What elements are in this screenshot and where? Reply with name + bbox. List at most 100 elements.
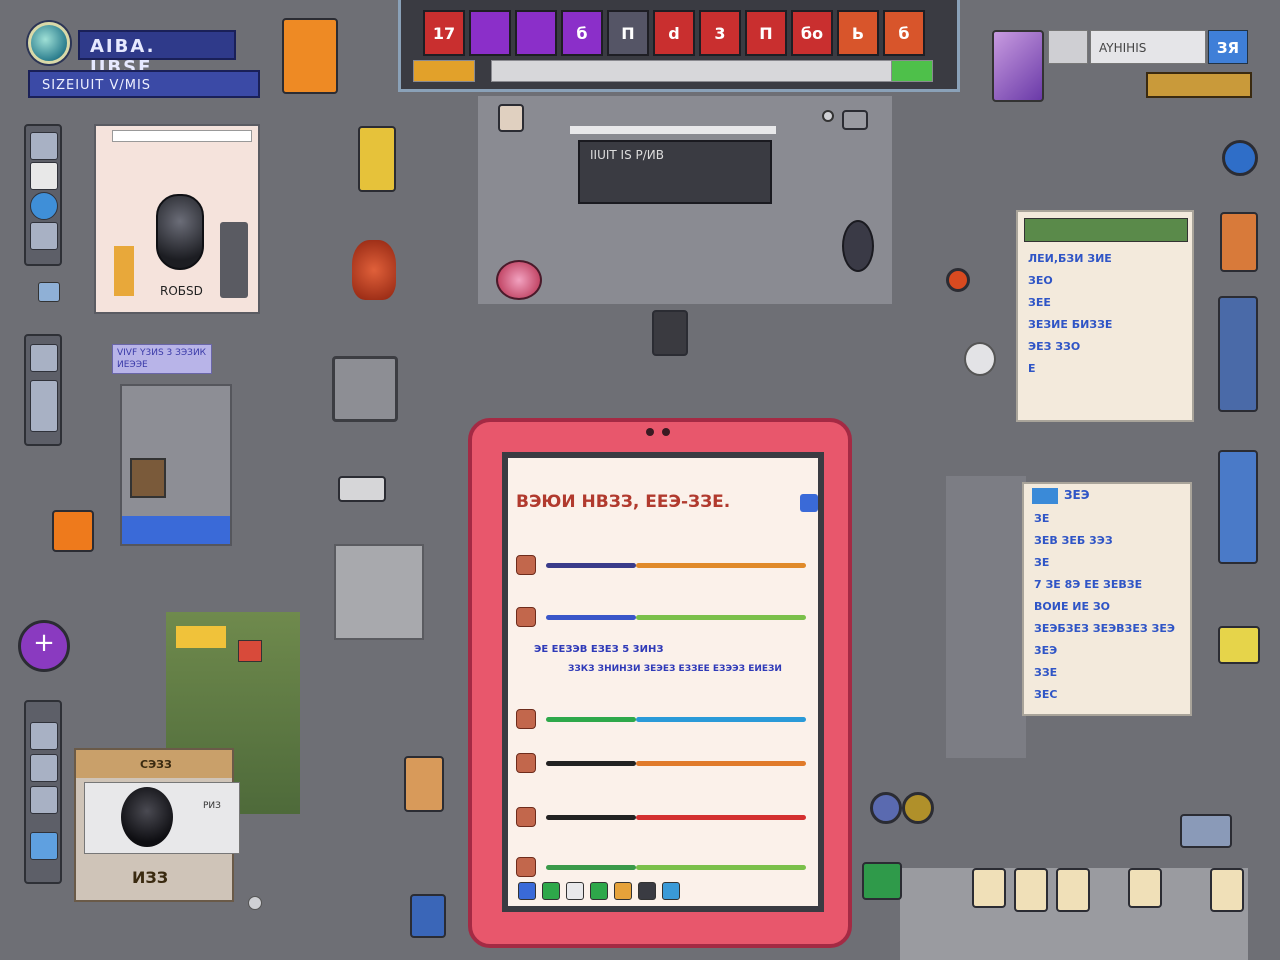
triangle-icon[interactable]	[30, 162, 58, 190]
app-subtitle: SIZEIUIT V/MIS	[28, 70, 260, 98]
tablet-row[interactable]	[516, 708, 816, 730]
top-right-badge[interactable]: ЗЯ	[1208, 30, 1248, 64]
tray-item-1[interactable]	[972, 868, 1006, 908]
tab-3[interactable]	[515, 10, 557, 56]
dock-app-1[interactable]	[518, 882, 536, 900]
panel-line: ЗЕЕ	[1028, 296, 1051, 309]
dot-button[interactable]	[822, 110, 834, 122]
tray-item-5[interactable]	[1210, 868, 1244, 912]
dock-app-5[interactable]	[614, 882, 632, 900]
mini-icon[interactable]	[842, 110, 868, 130]
orange-folder-icon[interactable]	[282, 18, 338, 94]
tool-button-4[interactable]	[30, 222, 58, 250]
settings-icon[interactable]	[870, 792, 902, 824]
tab-2[interactable]	[469, 10, 511, 56]
panel-line: ЗЕ	[1034, 512, 1050, 525]
tool-button-1[interactable]	[30, 132, 58, 160]
gem-icon[interactable]	[496, 260, 542, 300]
tab-sub-right[interactable]	[891, 60, 933, 82]
row-avatar-icon	[516, 607, 536, 627]
panel-line: Е	[1028, 362, 1036, 375]
panel-line: ЗЕС	[1034, 688, 1058, 701]
tablet-row[interactable]	[516, 752, 816, 774]
tray-item-3[interactable]	[1056, 868, 1090, 912]
save-icon[interactable]	[410, 894, 446, 938]
tab-4[interactable]: б	[561, 10, 603, 56]
dock-app-3[interactable]	[566, 882, 584, 900]
headphones-icon[interactable]	[842, 220, 874, 272]
monitor-icon[interactable]	[862, 862, 902, 900]
panel-line: ЗЕ	[1034, 556, 1050, 569]
tablet-row[interactable]	[516, 856, 816, 878]
tab-sub-left[interactable]	[413, 60, 475, 82]
tab-9[interactable]: бо	[791, 10, 833, 56]
globe-icon-right[interactable]	[1222, 140, 1258, 176]
network-icon[interactable]	[30, 754, 58, 782]
tablet-row[interactable]	[516, 606, 816, 628]
tablet-menu-icon[interactable]	[800, 494, 818, 512]
phone-icon[interactable]	[652, 310, 688, 356]
table-icon[interactable]	[30, 786, 58, 814]
tab-5[interactable]: П	[607, 10, 649, 56]
chat-icon[interactable]	[30, 832, 58, 860]
record-icon[interactable]	[946, 268, 970, 292]
grid-small-icon[interactable]	[1180, 814, 1232, 848]
tab-7[interactable]: 3	[699, 10, 741, 56]
tab-sub-strip[interactable]	[491, 60, 923, 82]
tablet-row[interactable]	[516, 806, 816, 828]
globe-icon[interactable]	[30, 192, 58, 220]
tab-11[interactable]: б	[883, 10, 925, 56]
thumbnail[interactable]	[130, 458, 166, 498]
lens-icon[interactable]	[30, 344, 58, 372]
battery-icon[interactable]	[358, 126, 396, 192]
slider-icon[interactable]	[30, 380, 58, 432]
tablet: ВЭЮИ НВЗЗ, ЕЕЭ-ЗЗЕ. ЭЕ ЕЕЗЭВ ЕЗЕЗ 5 3ИНЗ…	[468, 418, 852, 948]
dock-app-6[interactable]	[638, 882, 656, 900]
right-panel-2-icon[interactable]	[1032, 488, 1058, 504]
add-circle-icon[interactable]: +	[18, 620, 70, 672]
tray-item-4[interactable]	[1128, 868, 1162, 908]
panel-line: 7 ЗЕ 8Э ЕЕ ЗЕВЗЕ	[1034, 578, 1143, 591]
left-toolbar-3	[24, 700, 62, 884]
left-toolbar	[24, 124, 62, 266]
tab-6[interactable]: d	[653, 10, 695, 56]
coin-icon[interactable]	[902, 792, 934, 824]
cloud-icon[interactable]	[964, 342, 996, 376]
dot-indicator[interactable]	[248, 896, 262, 910]
red-tag-icon[interactable]	[238, 640, 262, 662]
dock-app-7[interactable]	[662, 882, 680, 900]
tray-item-2[interactable]	[1014, 868, 1048, 912]
grid-icon[interactable]	[30, 722, 58, 750]
purple-card[interactable]	[992, 30, 1044, 102]
toggle-switch[interactable]	[338, 476, 386, 502]
orange-box-icon[interactable]	[52, 510, 94, 552]
top-right-toolbar[interactable]	[1146, 72, 1252, 98]
row-bar-accent	[636, 864, 806, 870]
right-panel-1: ЛЕИ,БЗИ ЗИЕ ЗЕО ЗЕЕ ЗЕЗИЕ БИЗЗЕ ЭЕЗ ЗЗО Е	[1016, 210, 1194, 422]
dock-app-2[interactable]	[542, 882, 560, 900]
sticky-notes[interactable]	[176, 626, 226, 648]
photo-image[interactable]: РИЗ	[84, 782, 240, 854]
tab-8[interactable]: П	[745, 10, 787, 56]
right-toolbar[interactable]	[1218, 296, 1258, 412]
tablet-row[interactable]	[516, 554, 816, 576]
mini-app-icon[interactable]	[498, 104, 524, 132]
square-button[interactable]	[332, 356, 398, 422]
panel-line: ЗЕО	[1028, 274, 1053, 287]
robot-icon[interactable]	[352, 240, 396, 300]
frame-icon[interactable]	[1218, 626, 1260, 664]
tab-10[interactable]: Ь	[837, 10, 879, 56]
dock-app-4[interactable]	[590, 882, 608, 900]
file-icon-right[interactable]	[1220, 212, 1258, 272]
cup-icon[interactable]	[404, 756, 444, 812]
keyboard-panel[interactable]: IIUIT IS Р/ИВ	[578, 140, 772, 204]
photo-caption: ИЗЗ	[132, 868, 169, 887]
top-right-label: AYHIHIS	[1090, 30, 1206, 64]
camera-icon[interactable]	[38, 282, 60, 302]
photo-header: СЭЗЗ	[76, 750, 232, 778]
left-card-toolbar[interactable]	[122, 516, 230, 544]
right-toolbar-2[interactable]	[1218, 450, 1258, 564]
panel-line: ЗЕВ ЗЕБ 3ЭЗ	[1034, 534, 1113, 547]
right-panel-1-toolbar[interactable]	[1024, 218, 1188, 242]
tab-1[interactable]: 17	[423, 10, 465, 56]
